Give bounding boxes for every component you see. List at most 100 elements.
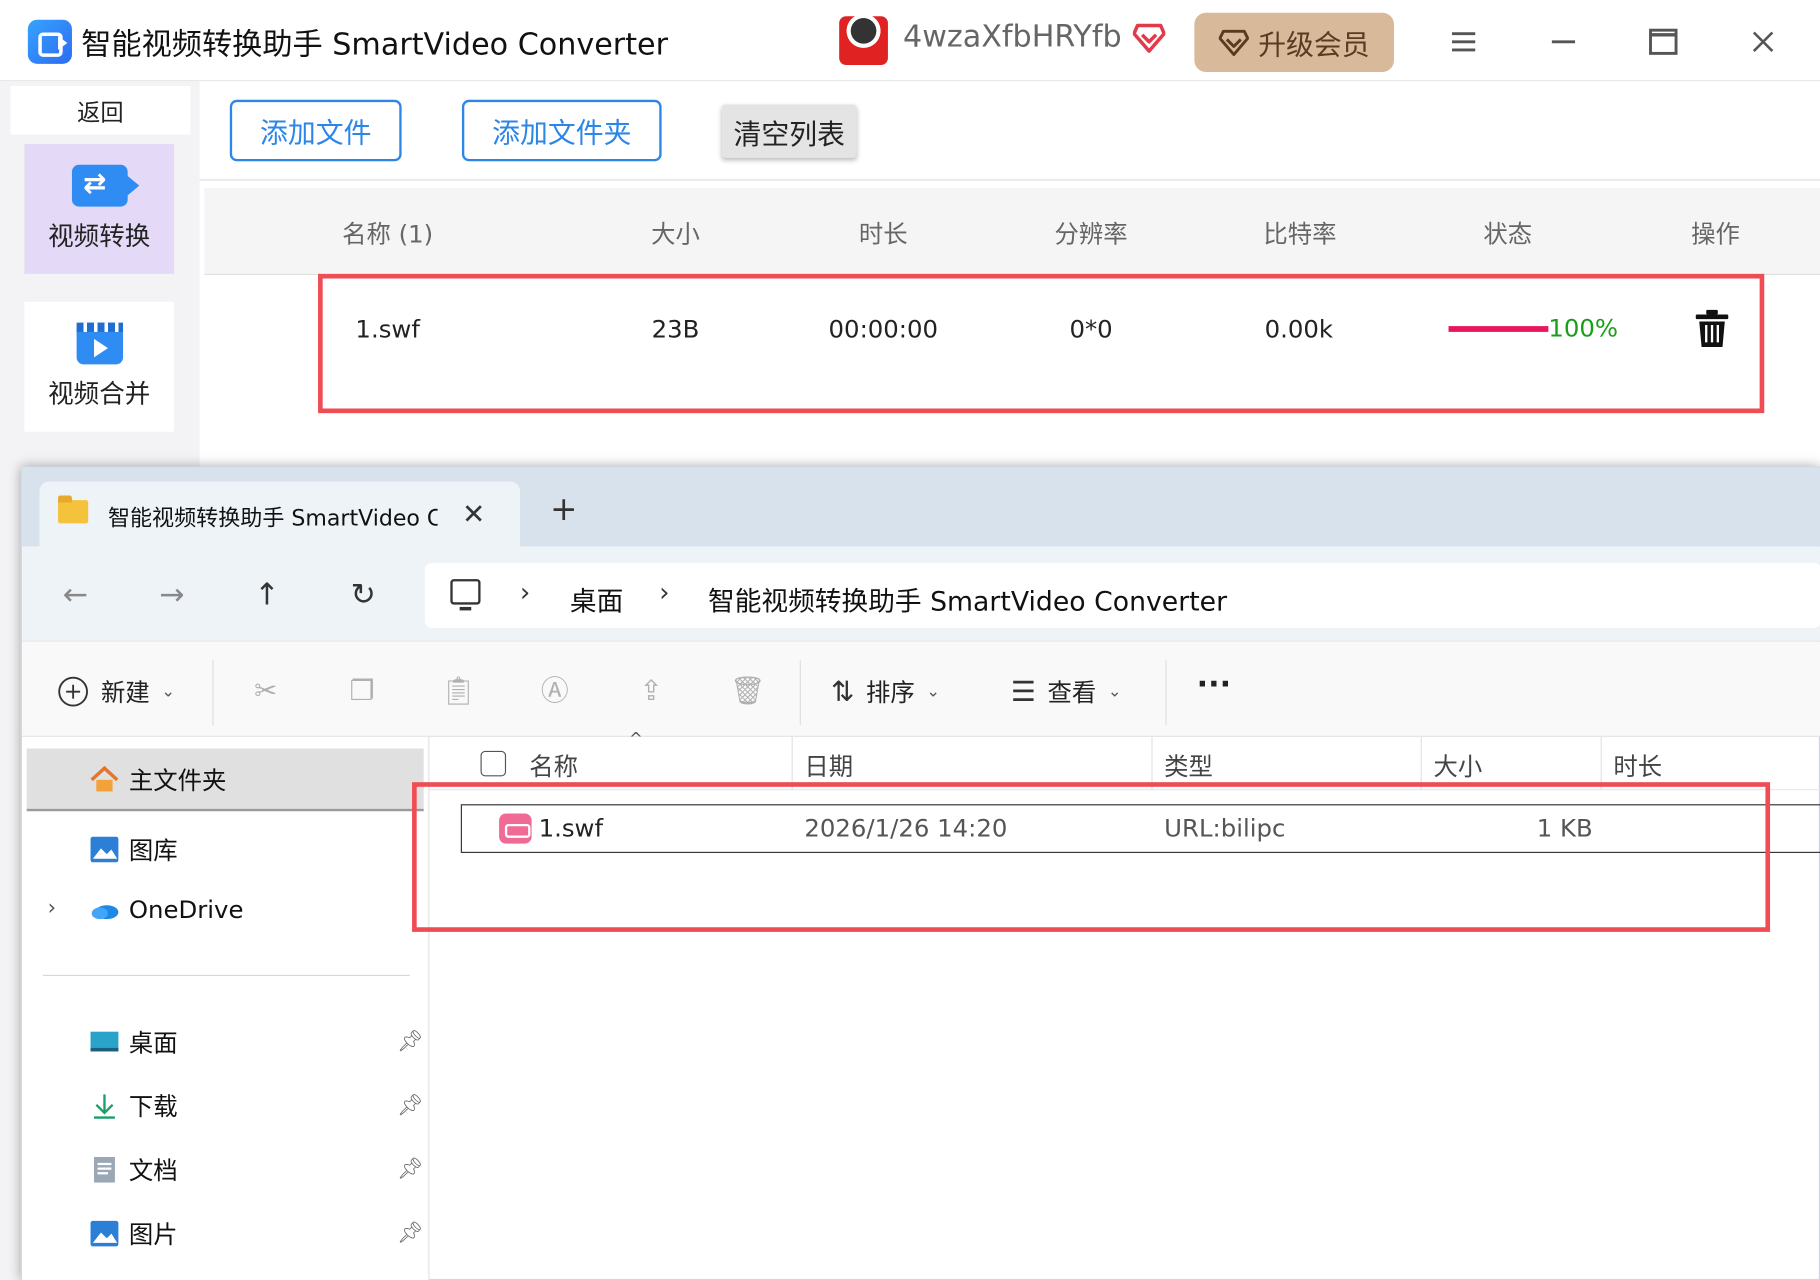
- column-date[interactable]: 日期: [804, 749, 853, 784]
- nav-label: 图库: [128, 836, 178, 865]
- back-button[interactable]: 返回: [10, 85, 191, 135]
- chevron-down-icon: ⌄: [926, 682, 940, 701]
- nav-item-documents[interactable]: 文档: [89, 1152, 178, 1187]
- nav-item-downloads[interactable]: 下载: [89, 1089, 178, 1124]
- video-convert-icon: [71, 164, 139, 207]
- desktop-icon: [90, 1031, 119, 1052]
- close-icon: [1752, 31, 1774, 52]
- nav-item-gallery[interactable]: 图库: [89, 832, 178, 867]
- file-name: 1.swf: [355, 315, 420, 344]
- app-title: 智能视频转换助手 SmartVideo Converter: [81, 27, 669, 63]
- sidebar-item-video-merge[interactable]: 视频合并: [24, 301, 175, 432]
- nav-label: OneDrive: [128, 895, 244, 924]
- close-button[interactable]: [1740, 19, 1786, 65]
- menu-button[interactable]: [1440, 19, 1486, 65]
- new-tab-icon[interactable]: +: [550, 493, 577, 525]
- sort-icon: ⇅: [831, 675, 855, 708]
- nav-label: 文档: [128, 1157, 178, 1185]
- new-button[interactable]: 新建 ⌄: [57, 674, 175, 709]
- clear-list-button[interactable]: 清空列表: [721, 104, 857, 158]
- tab-strip: 智能视频转换助手 SmartVideo Converter ✕ +: [22, 467, 1820, 547]
- add-file-button[interactable]: 添加文件: [229, 99, 402, 162]
- maximize-button[interactable]: [1640, 19, 1686, 65]
- pin-icon[interactable]: 📌︎: [397, 1093, 424, 1117]
- forward-arrow-icon[interactable]: →: [153, 577, 190, 614]
- upgrade-vip-button[interactable]: 升级会员: [1194, 12, 1395, 72]
- divider: [799, 660, 801, 726]
- add-folder-button[interactable]: 添加文件夹: [461, 99, 662, 162]
- toolbar: 添加文件 添加文件夹 清空列表: [199, 81, 1820, 182]
- chevron-down-icon: ⌄: [1107, 682, 1122, 701]
- plus-circle-icon: [58, 676, 88, 707]
- nav-item-pictures[interactable]: 图片: [89, 1216, 178, 1251]
- file-size: 23B: [651, 315, 700, 344]
- column-header-bitrate: 比特率: [1263, 220, 1337, 249]
- sort-button[interactable]: ⇅ 排序 ⌄: [831, 674, 940, 709]
- vip-diamond-icon: [1132, 23, 1166, 53]
- delete-icon[interactable]: [1695, 309, 1730, 348]
- expand-chevron-icon[interactable]: ›: [48, 896, 56, 920]
- nav-item-home[interactable]: 主文件夹: [26, 748, 424, 812]
- nav-item-onedrive[interactable]: OneDrive: [89, 896, 243, 924]
- minimize-icon: [1551, 40, 1576, 44]
- view-lines-icon: ☰: [1010, 675, 1036, 708]
- file-resolution: 0*0: [1069, 315, 1113, 344]
- table-row[interactable]: 1.swf 23B 00:00:00 0*0 0.00k 100%: [318, 273, 1765, 414]
- diamond-icon: [1218, 29, 1249, 56]
- paste-icon[interactable]: 📋︎: [440, 672, 477, 709]
- chevron-right-icon: ›: [519, 579, 531, 609]
- tab-current-folder[interactable]: 智能视频转换助手 SmartVideo Converter ✕: [39, 481, 520, 547]
- cut-icon[interactable]: ✂: [247, 672, 284, 709]
- column-size[interactable]: 大小: [1433, 749, 1482, 784]
- username: 4wzaXfbHRYfb: [903, 19, 1122, 55]
- nav-item-desktop[interactable]: 桌面: [89, 1025, 178, 1060]
- nav-label: 主文件夹: [128, 767, 227, 795]
- home-icon: [90, 765, 119, 792]
- divider: [1165, 660, 1167, 726]
- view-button[interactable]: ☰ 查看 ⌄: [1011, 674, 1122, 709]
- refresh-icon[interactable]: ↻: [345, 577, 382, 614]
- folder-icon: [58, 495, 89, 524]
- back-arrow-icon[interactable]: ←: [57, 577, 94, 614]
- column-header-resolution: 分辨率: [1054, 220, 1128, 249]
- chevron-right-icon: ›: [659, 579, 670, 609]
- pin-icon[interactable]: 📌︎: [397, 1221, 424, 1245]
- share-icon[interactable]: ⇪: [633, 672, 670, 709]
- up-arrow-icon[interactable]: ↑: [248, 577, 285, 614]
- breadcrumb-folder[interactable]: 智能视频转换助手 SmartVideo Converter: [708, 579, 1227, 618]
- sidebar-item-video-convert[interactable]: 视频转换: [24, 143, 175, 274]
- file-explorer-window: 智能视频转换助手 SmartVideo Converter ✕ + ← → ↑ …: [20, 466, 1820, 1280]
- computer-icon: [450, 579, 481, 611]
- select-all-checkbox[interactable]: [480, 750, 507, 777]
- delete-icon[interactable]: 🗑︎: [729, 672, 766, 709]
- progress-label: 100%: [1548, 314, 1619, 343]
- copy-icon[interactable]: ❐: [344, 672, 381, 709]
- column-duration[interactable]: 时长: [1613, 749, 1662, 784]
- column-name[interactable]: 名称: [529, 749, 578, 784]
- progress-bar: [1448, 326, 1549, 332]
- tab-close-icon[interactable]: ✕: [462, 498, 485, 530]
- title-bar: 智能视频转换助手 SmartVideo Converter 4wzaXfbHRY…: [0, 0, 1820, 82]
- upgrade-label: 升级会员: [1258, 29, 1370, 62]
- file-duration: 00:00:00: [828, 315, 939, 344]
- divider: [212, 660, 214, 726]
- address-bar[interactable]: › 桌面 › 智能视频转换助手 SmartVideo Converter: [424, 562, 1820, 628]
- column-type[interactable]: 类型: [1164, 749, 1213, 784]
- video-merge-icon: [76, 322, 123, 365]
- column-header-size: 大小: [651, 220, 700, 249]
- navigation-bar: ← → ↑ ↻ › 桌面 › 智能视频转换助手 SmartVideo Conve…: [22, 546, 1820, 642]
- pin-icon[interactable]: 📌︎: [397, 1157, 424, 1181]
- onedrive-cloud-icon: [91, 905, 119, 920]
- highlight-box: [412, 782, 1771, 932]
- nav-label: 图片: [128, 1220, 178, 1249]
- pin-icon[interactable]: 📌︎: [397, 1029, 424, 1053]
- minimize-button[interactable]: [1540, 19, 1586, 65]
- nav-label: 桌面: [128, 1029, 178, 1058]
- more-options-icon[interactable]: ···: [1197, 667, 1231, 702]
- rename-icon[interactable]: Ⓐ: [536, 672, 573, 709]
- breadcrumb-desktop[interactable]: 桌面: [570, 579, 623, 618]
- avatar[interactable]: [839, 16, 888, 65]
- column-header-duration: 时长: [858, 220, 908, 249]
- document-icon: [94, 1157, 115, 1183]
- file-bitrate: 0.00k: [1264, 315, 1334, 344]
